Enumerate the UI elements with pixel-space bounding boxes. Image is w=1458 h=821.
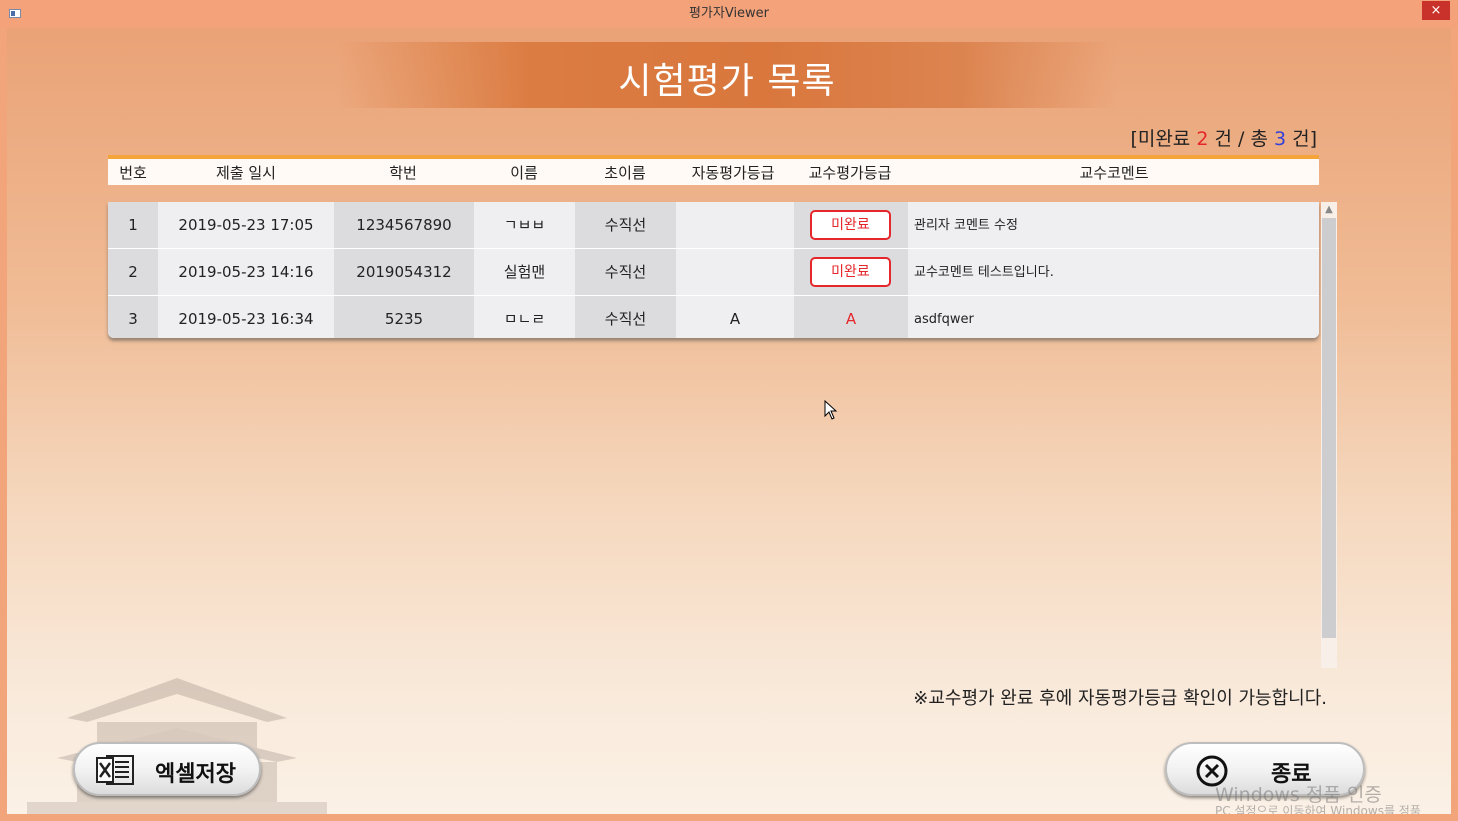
grading-note: ※교수평가 완료 후에 자동평가등급 확인이 가능합니다. (913, 688, 1327, 709)
exam-grid: 1 2019-05-23 17:05 1234567890 ㄱㅂㅂ 수직선 미완… (108, 202, 1319, 338)
cell-comment[interactable]: 관리자 코멘트 수정 (908, 202, 1319, 249)
cell-initial[interactable]: 수직선 (575, 202, 676, 249)
pending-count: 2 (1196, 128, 1209, 150)
cell-auto-grade[interactable] (676, 202, 794, 249)
table-row[interactable]: 2 2019-05-23 14:16 2019054312 실험맨 수직선 미완… (108, 249, 1319, 296)
excel-save-button[interactable]: 엑셀저장 (73, 742, 261, 796)
column-header-datetime[interactable]: 제출 일시 (216, 162, 276, 183)
cell-auto-grade[interactable]: A (676, 296, 794, 338)
cell-comment[interactable]: 교수코멘트 테스트입니다. (908, 249, 1319, 296)
cell-auto-grade[interactable] (676, 249, 794, 296)
column-header-comment[interactable]: 교수코멘트 (1079, 162, 1148, 183)
cell-prof-grade[interactable]: 미완료 (794, 202, 908, 249)
summary-suffix: 건] (1286, 128, 1317, 150)
column-header-name[interactable]: 이름 (510, 162, 538, 183)
title-bar: 평가자Viewer × (0, 0, 1458, 28)
scroll-up-icon[interactable]: ▲ (1321, 202, 1337, 218)
table-header: 번호 제출 일시 학번 이름 초이름 자동평가등급 교수평가등급 교수코멘트 (108, 155, 1319, 185)
activation-watermark-sub: PC 설정으로 이동하여 Windows를 정품 (1215, 804, 1421, 814)
cell-number[interactable]: 1 (108, 202, 158, 249)
cell-student-id[interactable]: 5235 (334, 296, 474, 338)
summary-mid: 건 / 총 (1208, 128, 1274, 150)
pending-grade-button[interactable]: 미완료 (810, 210, 891, 240)
pending-grade-button[interactable]: 미완료 (810, 257, 891, 287)
mouse-cursor-icon (824, 400, 838, 420)
page-title: 시험평가 목록 (618, 61, 836, 102)
cell-number[interactable]: 3 (108, 296, 158, 338)
cell-name[interactable]: 실험맨 (474, 249, 575, 296)
cell-datetime[interactable]: 2019-05-23 17:05 (158, 202, 334, 249)
cell-prof-grade[interactable]: 미완료 (794, 249, 908, 296)
total-count: 3 (1273, 128, 1287, 150)
title-banner: 시험평가 목록 (337, 42, 1117, 108)
column-header-prof-grade[interactable]: 교수평가등급 (809, 162, 892, 183)
cell-datetime[interactable]: 2019-05-23 14:16 (158, 249, 334, 296)
cell-name[interactable]: ㄱㅂㅂ (474, 202, 575, 249)
column-header-student-id[interactable]: 학번 (389, 162, 417, 183)
cell-comment[interactable]: asdfqwer (908, 296, 1319, 338)
cell-name[interactable]: ㅁㄴㄹ (474, 296, 575, 338)
summary-prefix: [미완료 (1130, 128, 1197, 150)
window-title: 평가자Viewer (688, 6, 770, 21)
vertical-scrollbar[interactable]: ▲ (1321, 202, 1337, 668)
summary-count: [미완료 2 건 / 총 3 건] (1130, 124, 1317, 151)
column-header-number[interactable]: 번호 (119, 162, 147, 183)
main-content: 시험평가 목록 [미완료 2 건 / 총 3 건] 번호 제출 일시 학번 이름… (7, 28, 1451, 814)
window-bottom-edge (0, 814, 1458, 821)
table-row[interactable]: 3 2019-05-23 16:34 5235 ㅁㄴㄹ 수직선 A A asdf… (108, 296, 1319, 338)
cell-prof-grade[interactable]: A (794, 296, 908, 338)
cell-student-id[interactable]: 2019054312 (334, 249, 474, 296)
app-window-icon[interactable] (9, 9, 21, 18)
cell-initial[interactable]: 수직선 (575, 249, 676, 296)
cell-initial[interactable]: 수직선 (575, 296, 676, 338)
cell-number[interactable]: 2 (108, 249, 158, 296)
table-row[interactable]: 1 2019-05-23 17:05 1234567890 ㄱㅂㅂ 수직선 미완… (108, 202, 1319, 249)
column-header-auto-grade[interactable]: 자동평가등급 (692, 162, 775, 183)
column-header-initial[interactable]: 초이름 (604, 162, 645, 183)
window-close-button[interactable]: × (1422, 1, 1450, 20)
scroll-thumb[interactable] (1322, 218, 1336, 638)
cell-datetime[interactable]: 2019-05-23 16:34 (158, 296, 334, 338)
cell-student-id[interactable]: 1234567890 (334, 202, 474, 249)
excel-save-label: 엑셀저장 (155, 762, 236, 787)
excel-icon (96, 755, 134, 785)
